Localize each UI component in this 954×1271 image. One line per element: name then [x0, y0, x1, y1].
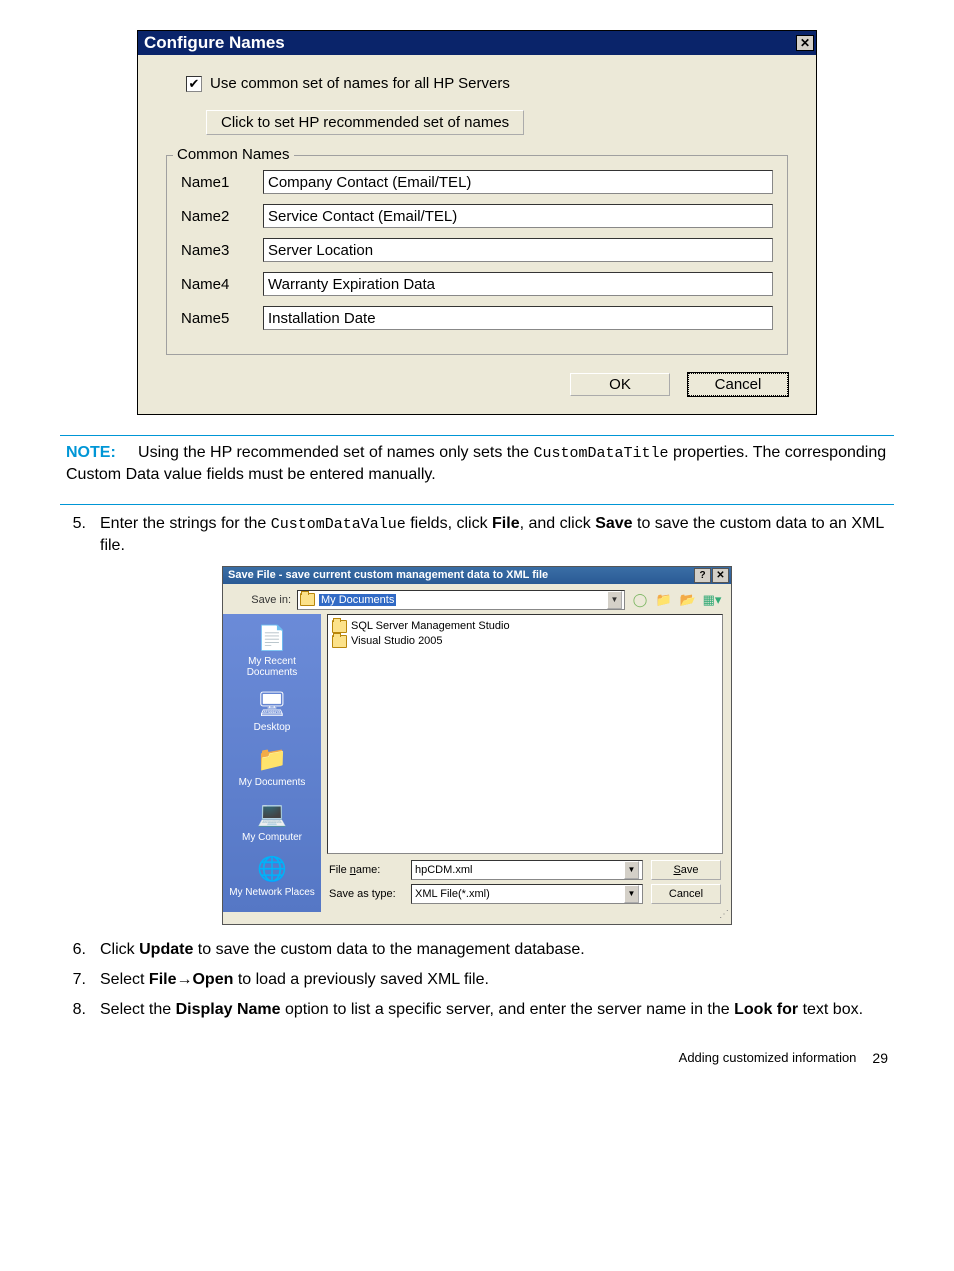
note-label: NOTE: [66, 444, 116, 461]
back-icon[interactable]: ◯ [631, 591, 649, 609]
name1-input[interactable] [263, 170, 773, 194]
note-block: NOTE: Using the HP recommended set of na… [60, 442, 894, 486]
configure-names-dialog: Configure Names ✕ ✔ Use common set of na… [137, 30, 817, 415]
name5-input[interactable] [263, 306, 773, 330]
sidebar-network[interactable]: 🌐My Network Places [223, 851, 321, 906]
divider [60, 435, 894, 436]
list-item[interactable]: SQL Server Management Studio [332, 619, 718, 634]
documents-icon: 📁 [255, 745, 289, 775]
name4-label: Name4 [181, 276, 249, 293]
step-7: 7. Select File→Open to load a previously… [60, 969, 894, 991]
recommended-names-button[interactable]: Click to set HP recommended set of names [206, 110, 524, 135]
step-6: 6. Click Update to save the custom data … [60, 939, 894, 961]
save-dialog-titlebar: Save File - save current custom manageme… [223, 567, 731, 584]
new-folder-icon[interactable]: 📂 [679, 591, 697, 609]
save-button[interactable]: Save [651, 860, 721, 880]
close-button[interactable]: ✕ [796, 35, 814, 51]
dropdown-arrow-icon[interactable]: ▼ [624, 885, 639, 903]
savein-label: Save in: [233, 594, 291, 606]
save-toolbar: Save in: My Documents ▼ ◯ 📁 📂 ▦▾ [223, 584, 731, 614]
name3-label: Name3 [181, 242, 249, 259]
recent-icon: 📄 [255, 624, 289, 654]
folder-icon [300, 593, 315, 606]
dialog-title: Configure Names [144, 33, 285, 53]
ok-button[interactable]: OK [570, 373, 670, 396]
save-file-dialog: Save File - save current custom manageme… [222, 566, 732, 925]
group-legend: Common Names [173, 146, 294, 163]
page-footer: Adding customized information 29 [60, 1050, 894, 1066]
file-list[interactable]: SQL Server Management Studio Visual Stud… [327, 614, 723, 854]
dropdown-arrow-icon[interactable]: ▼ [607, 591, 622, 609]
network-icon: 🌐 [255, 855, 289, 885]
filename-input[interactable]: hpCDM.xml▼ [411, 860, 643, 880]
page-number: 29 [872, 1050, 888, 1066]
cancel-button[interactable]: Cancel [688, 373, 788, 396]
places-sidebar: 📄My Recent Documents 🖥Desktop 📁My Docume… [223, 614, 321, 912]
step-8: 8. Select the Display Name option to lis… [60, 999, 894, 1021]
resize-grip[interactable]: ⋰ [223, 912, 731, 924]
sidebar-computer[interactable]: 💻My Computer [223, 796, 321, 851]
sidebar-recent[interactable]: 📄My Recent Documents [223, 620, 321, 686]
name2-input[interactable] [263, 204, 773, 228]
dialog-titlebar: Configure Names ✕ [138, 31, 816, 55]
save-dialog-title: Save File - save current custom manageme… [228, 569, 548, 581]
desktop-icon: 🖥 [255, 690, 289, 720]
name3-input[interactable] [263, 238, 773, 262]
sidebar-desktop[interactable]: 🖥Desktop [223, 686, 321, 741]
saveastype-input[interactable]: XML File(*.xml)▼ [411, 884, 643, 904]
checkbox-label: Use common set of names for all HP Serve… [210, 75, 510, 92]
folder-icon [332, 620, 347, 633]
dropdown-arrow-icon[interactable]: ▼ [624, 861, 639, 879]
help-button[interactable]: ? [694, 568, 711, 583]
close-button[interactable]: ✕ [712, 568, 729, 583]
up-folder-icon[interactable]: 📁 [655, 591, 673, 609]
view-menu-icon[interactable]: ▦▾ [703, 591, 721, 609]
name2-label: Name2 [181, 208, 249, 225]
divider [60, 504, 894, 505]
savein-dropdown[interactable]: My Documents ▼ [297, 590, 625, 610]
name4-input[interactable] [263, 272, 773, 296]
list-item[interactable]: Visual Studio 2005 [332, 634, 718, 649]
cancel-button[interactable]: Cancel [651, 884, 721, 904]
step-5: 5. Enter the strings for the CustomDataV… [60, 513, 894, 558]
common-names-checkbox[interactable]: ✔ [186, 76, 202, 92]
saveastype-label: Save as type: [321, 888, 403, 900]
name5-label: Name5 [181, 310, 249, 327]
folder-icon [332, 635, 347, 648]
name1-label: Name1 [181, 174, 249, 191]
common-names-group: Common Names Name1 Name2 Name3 Name4 [166, 155, 788, 355]
computer-icon: 💻 [255, 800, 289, 830]
filename-label: File name: [321, 864, 403, 876]
footer-text: Adding customized information [679, 1050, 857, 1065]
sidebar-documents[interactable]: 📁My Documents [223, 741, 321, 796]
